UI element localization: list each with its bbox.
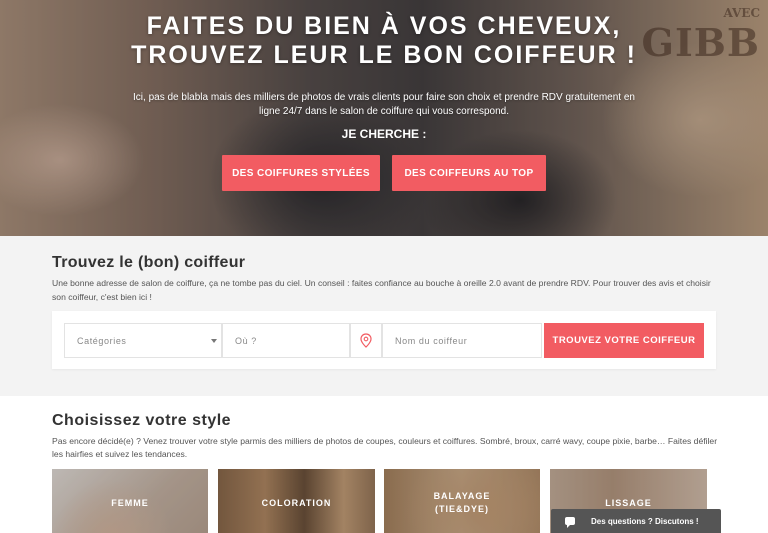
search-form: Catégories Où ? Nom du coiffeur TROUVEZ … <box>52 311 716 369</box>
hero-title-line-2: TROUVEZ LEUR LE BON COIFFEUR ! <box>131 41 637 69</box>
hero-title-line-1: FAITES DU BIEN À VOS CHEVEUX, <box>146 12 622 40</box>
chat-widget-button[interactable]: Des questions ? Discutons ! <box>551 509 721 533</box>
hairdresser-name-placeholder: Nom du coiffeur <box>395 335 468 346</box>
chevron-down-icon <box>211 339 217 343</box>
location-input[interactable]: Où ? <box>222 323 350 358</box>
style-card-label: COLORATION <box>261 498 332 508</box>
hairdresser-name-input[interactable]: Nom du coiffeur <box>382 323 542 358</box>
find-section-title: Trouvez le (bon) coiffeur <box>52 254 246 271</box>
find-hairdresser-button[interactable]: TROUVEZ VOTRE COIFFEUR <box>544 323 704 358</box>
seek-label: JE CHERCHE : <box>341 127 427 141</box>
style-card-coloration[interactable]: COLORATION <box>218 469 375 533</box>
location-pin-icon[interactable] <box>350 323 382 358</box>
find-section-description: Une bonne adresse de salon de coiffure, … <box>52 278 711 302</box>
styled-haircuts-button[interactable]: DES COIFFURES STYLÉES <box>222 155 380 191</box>
location-input-placeholder: Où ? <box>235 335 257 346</box>
hero-title: FAITES DU BIEN À VOS CHEVEUX, TROUVEZ LE… <box>0 12 768 70</box>
style-section-description: Pas encore décidé(e) ? Venez trouver vot… <box>52 436 718 459</box>
category-select-value: Catégories <box>77 335 127 346</box>
top-hairdressers-button[interactable]: DES COIFFEURS AU TOP <box>392 155 546 191</box>
hero-banner: AVEC GIBB FAITES DU BIEN À VOS CHEVEUX, … <box>0 0 768 236</box>
style-card-label-line-1: BALAYAGE <box>433 491 491 501</box>
chat-widget-label: Des questions ? Discutons ! <box>591 516 699 526</box>
style-card-label: FEMME <box>111 498 149 508</box>
find-hairdresser-section: Trouvez le (bon) coiffeur Une bonne adre… <box>0 236 768 396</box>
style-card-femme[interactable]: FEMME <box>52 469 208 533</box>
hero-subtitle: Ici, pas de blabla mais des milliers de … <box>108 91 660 119</box>
style-card-label-line-2: (TIE&DYE) <box>435 504 489 514</box>
style-card-label: BALAYAGE (TIE&DYE) <box>384 490 540 516</box>
hero-subtitle-line-1: Ici, pas de blabla mais des milliers de … <box>133 92 635 103</box>
hero-subtitle-line-2: ligne 24/7 dans le salon de coiffure qui… <box>259 106 509 117</box>
style-section-title: Choisissez votre style <box>52 412 232 429</box>
style-card-balayage[interactable]: BALAYAGE (TIE&DYE) <box>384 469 540 533</box>
category-select[interactable]: Catégories <box>64 323 222 358</box>
chat-bubble-icon <box>565 517 575 528</box>
